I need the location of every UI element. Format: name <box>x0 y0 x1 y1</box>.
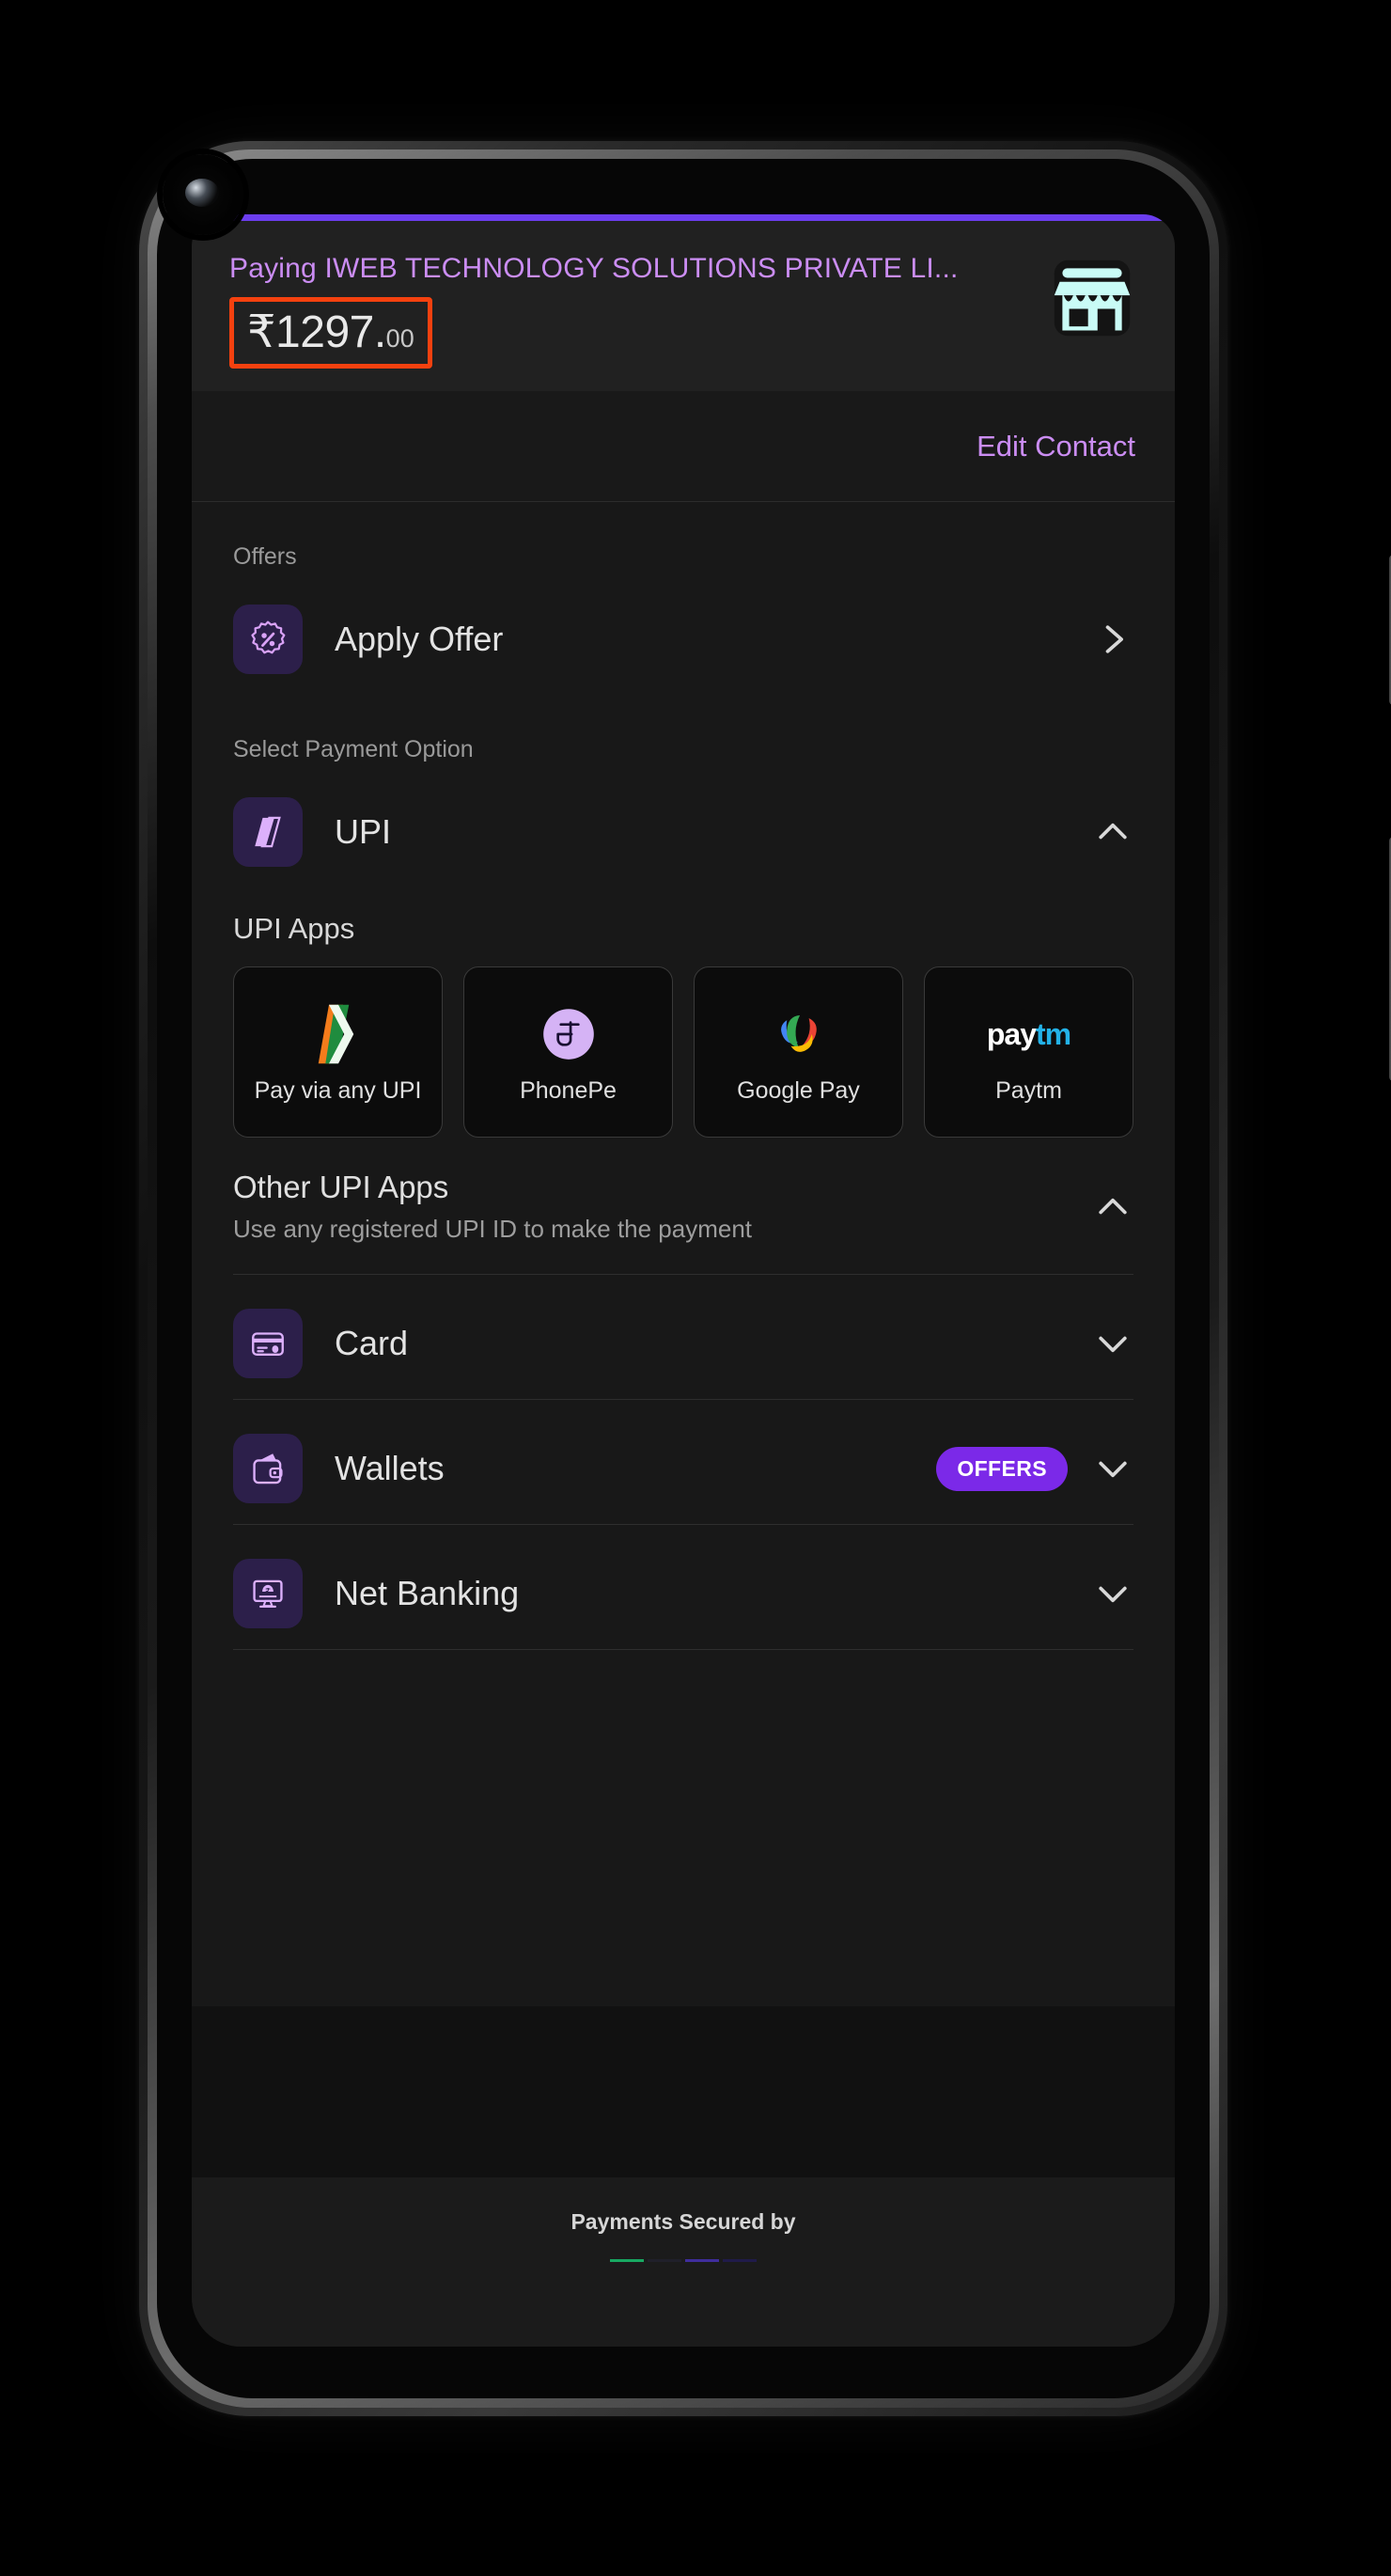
other-upi-text: Other UPI Apps Use any registered UPI ID… <box>233 1170 1092 1244</box>
upi-label: UPI <box>335 812 392 851</box>
edit-contact-button[interactable]: Edit Contact <box>977 430 1135 463</box>
chevron-up-icon[interactable] <box>1092 1186 1133 1228</box>
other-upi-title: Other UPI Apps <box>233 1170 449 1204</box>
upi-app-tile-google-pay[interactable]: Google Pay <box>694 966 903 1138</box>
upi-apps-title: UPI Apps <box>233 912 355 945</box>
upi-app-tile-paytm[interactable]: paytm Paytm <box>924 966 1133 1138</box>
amount-highlight-box: ₹1297.00 <box>229 297 432 369</box>
front-camera-punch-hole <box>163 154 243 235</box>
razorpay-logo-partial <box>610 2259 757 2262</box>
upi-app-label: PhonePe <box>520 1077 617 1105</box>
storefront-icon <box>1049 255 1135 341</box>
upi-app-label: Google Pay <box>737 1077 860 1105</box>
divider <box>233 1649 1133 1650</box>
net-banking-method-row[interactable]: ₹ Net Banking <box>192 1538 1175 1649</box>
paytm-icon: paytm <box>987 998 1071 1070</box>
chevron-down-icon[interactable] <box>1092 1573 1133 1614</box>
phone-screen: Paying IWEB TECHNOLOGY SOLUTIONS PRIVATE… <box>192 214 1175 2347</box>
upi-app-tile-any-upi[interactable]: Pay via any UPI <box>233 966 443 1138</box>
upi-apps-tiles: Pay via any UPI PhonePe Google Pay paytm… <box>192 946 1175 1138</box>
chevron-down-icon[interactable] <box>1092 1448 1133 1489</box>
wallet-icon <box>233 1434 303 1503</box>
chevron-right-icon <box>1105 625 1123 653</box>
status-badge: OFFERS <box>936 1446 1068 1491</box>
bhim-upi-icon <box>314 998 363 1070</box>
other-upi-apps-row[interactable]: Other UPI Apps Use any registered UPI ID… <box>192 1138 1175 1253</box>
paytm-tm-text: tm <box>1036 1016 1071 1051</box>
google-pay-icon <box>767 998 831 1070</box>
divider <box>233 1274 1133 1275</box>
payment-header: Paying IWEB TECHNOLOGY SOLUTIONS PRIVATE… <box>192 221 1175 391</box>
merchant-name: Paying IWEB TECHNOLOGY SOLUTIONS PRIVATE… <box>229 253 959 284</box>
chevron-down-icon[interactable] <box>1092 1323 1133 1364</box>
amount-number: 1297. <box>275 307 386 357</box>
progress-accent-bar <box>192 214 1175 221</box>
net-banking-label: Net Banking <box>335 1574 520 1612</box>
percent-badge-icon <box>233 605 303 674</box>
offers-section-label: Offers <box>233 543 297 570</box>
upi-logo-icon <box>233 797 303 867</box>
divider <box>233 1524 1133 1525</box>
apply-offer-label: Apply Offer <box>335 620 504 658</box>
chevron-up-icon[interactable] <box>1092 811 1133 853</box>
upi-app-label: Pay via any UPI <box>254 1077 422 1105</box>
divider <box>233 1399 1133 1400</box>
card-method-row[interactable]: Card <box>192 1288 1175 1399</box>
currency-symbol: ₹ <box>247 307 276 357</box>
other-upi-subtitle: Use any registered UPI ID to make the pa… <box>233 1215 753 1243</box>
svg-text:₹: ₹ <box>265 1587 271 1596</box>
card-label: Card <box>335 1324 409 1362</box>
upi-method-row[interactable]: UPI <box>192 777 1175 887</box>
payment-body: Offers Apply Offer Select Payment Option <box>192 502 1175 2006</box>
amount-value: ₹1297. <box>247 307 386 357</box>
payment-footer: Payments Secured by <box>192 2177 1175 2347</box>
phonepe-icon <box>538 998 600 1070</box>
credit-card-icon <box>233 1309 303 1378</box>
contact-strip: Edit Contact <box>192 391 1175 502</box>
net-banking-icon: ₹ <box>233 1559 303 1628</box>
select-payment-option-label: Select Payment Option <box>233 736 474 762</box>
amount-decimals: 00 <box>385 324 414 353</box>
upi-app-tile-phonepe[interactable]: PhonePe <box>463 966 673 1138</box>
apply-offer-row[interactable]: Apply Offer <box>192 584 1175 695</box>
payments-secured-label: Payments Secured by <box>570 2209 796 2234</box>
paytm-pay-text: pay <box>986 1016 1037 1051</box>
wallets-method-row[interactable]: Wallets OFFERS <box>192 1413 1175 1524</box>
upi-app-label: Paytm <box>995 1077 1062 1105</box>
wallets-label: Wallets <box>335 1449 445 1487</box>
